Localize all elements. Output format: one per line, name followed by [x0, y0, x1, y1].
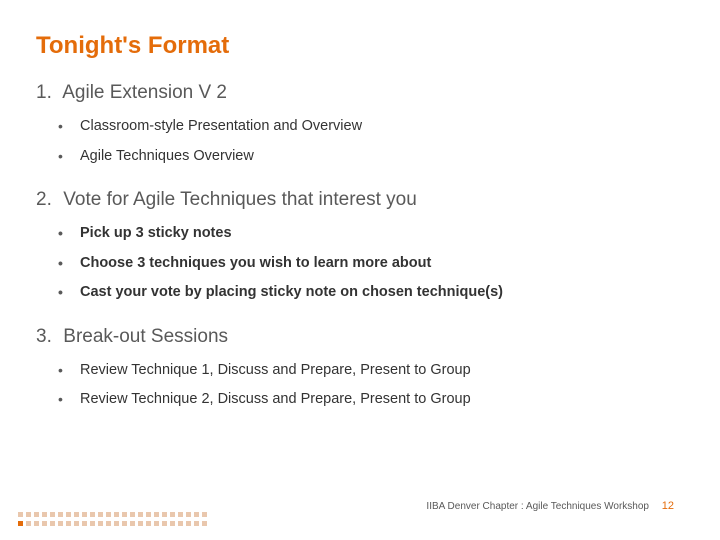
list-item: Review Technique 2, Discuss and Prepare,… — [36, 385, 684, 415]
section-3-heading: 3. Break-out Sessions — [36, 326, 684, 348]
list-item: Cast your vote by placing sticky note on… — [36, 278, 684, 308]
section-3-title: Break-out Sessions — [63, 326, 228, 347]
section-2-heading: 2. Vote for Agile Techniques that intere… — [36, 189, 684, 211]
footer-text: IIBA Denver Chapter : Agile Techniques W… — [426, 501, 649, 512]
section-1-heading: 1. Agile Extension V 2 — [36, 82, 684, 104]
section-1-title: Agile Extension V 2 — [62, 82, 227, 103]
section-2-title: Vote for Agile Techniques that interest … — [63, 189, 417, 210]
section-1-number: 1. — [36, 82, 58, 104]
list-item: Review Technique 1, Discuss and Prepare,… — [36, 356, 684, 386]
section-3-bullets: Review Technique 1, Discuss and Prepare,… — [36, 356, 684, 415]
decorative-dots — [18, 512, 210, 530]
section-2-number: 2. — [36, 189, 58, 211]
list-item: Pick up 3 sticky notes — [36, 219, 684, 249]
page-number: 12 — [662, 500, 674, 512]
section-2: 2. Vote for Agile Techniques that intere… — [36, 189, 684, 308]
slide-title: Tonight's Format — [36, 32, 684, 60]
section-3-number: 3. — [36, 326, 58, 348]
section-2-bullets: Pick up 3 sticky notes Choose 3 techniqu… — [36, 219, 684, 308]
list-item: Choose 3 techniques you wish to learn mo… — [36, 249, 684, 279]
list-item: Classroom-style Presentation and Overvie… — [36, 112, 684, 142]
list-item: Agile Techniques Overview — [36, 142, 684, 172]
section-1: 1. Agile Extension V 2 Classroom-style P… — [36, 82, 684, 171]
slide-footer: IIBA Denver Chapter : Agile Techniques W… — [426, 500, 674, 512]
section-1-bullets: Classroom-style Presentation and Overvie… — [36, 112, 684, 171]
section-3: 3. Break-out Sessions Review Technique 1… — [36, 326, 684, 415]
slide: Tonight's Format 1. Agile Extension V 2 … — [0, 0, 720, 540]
